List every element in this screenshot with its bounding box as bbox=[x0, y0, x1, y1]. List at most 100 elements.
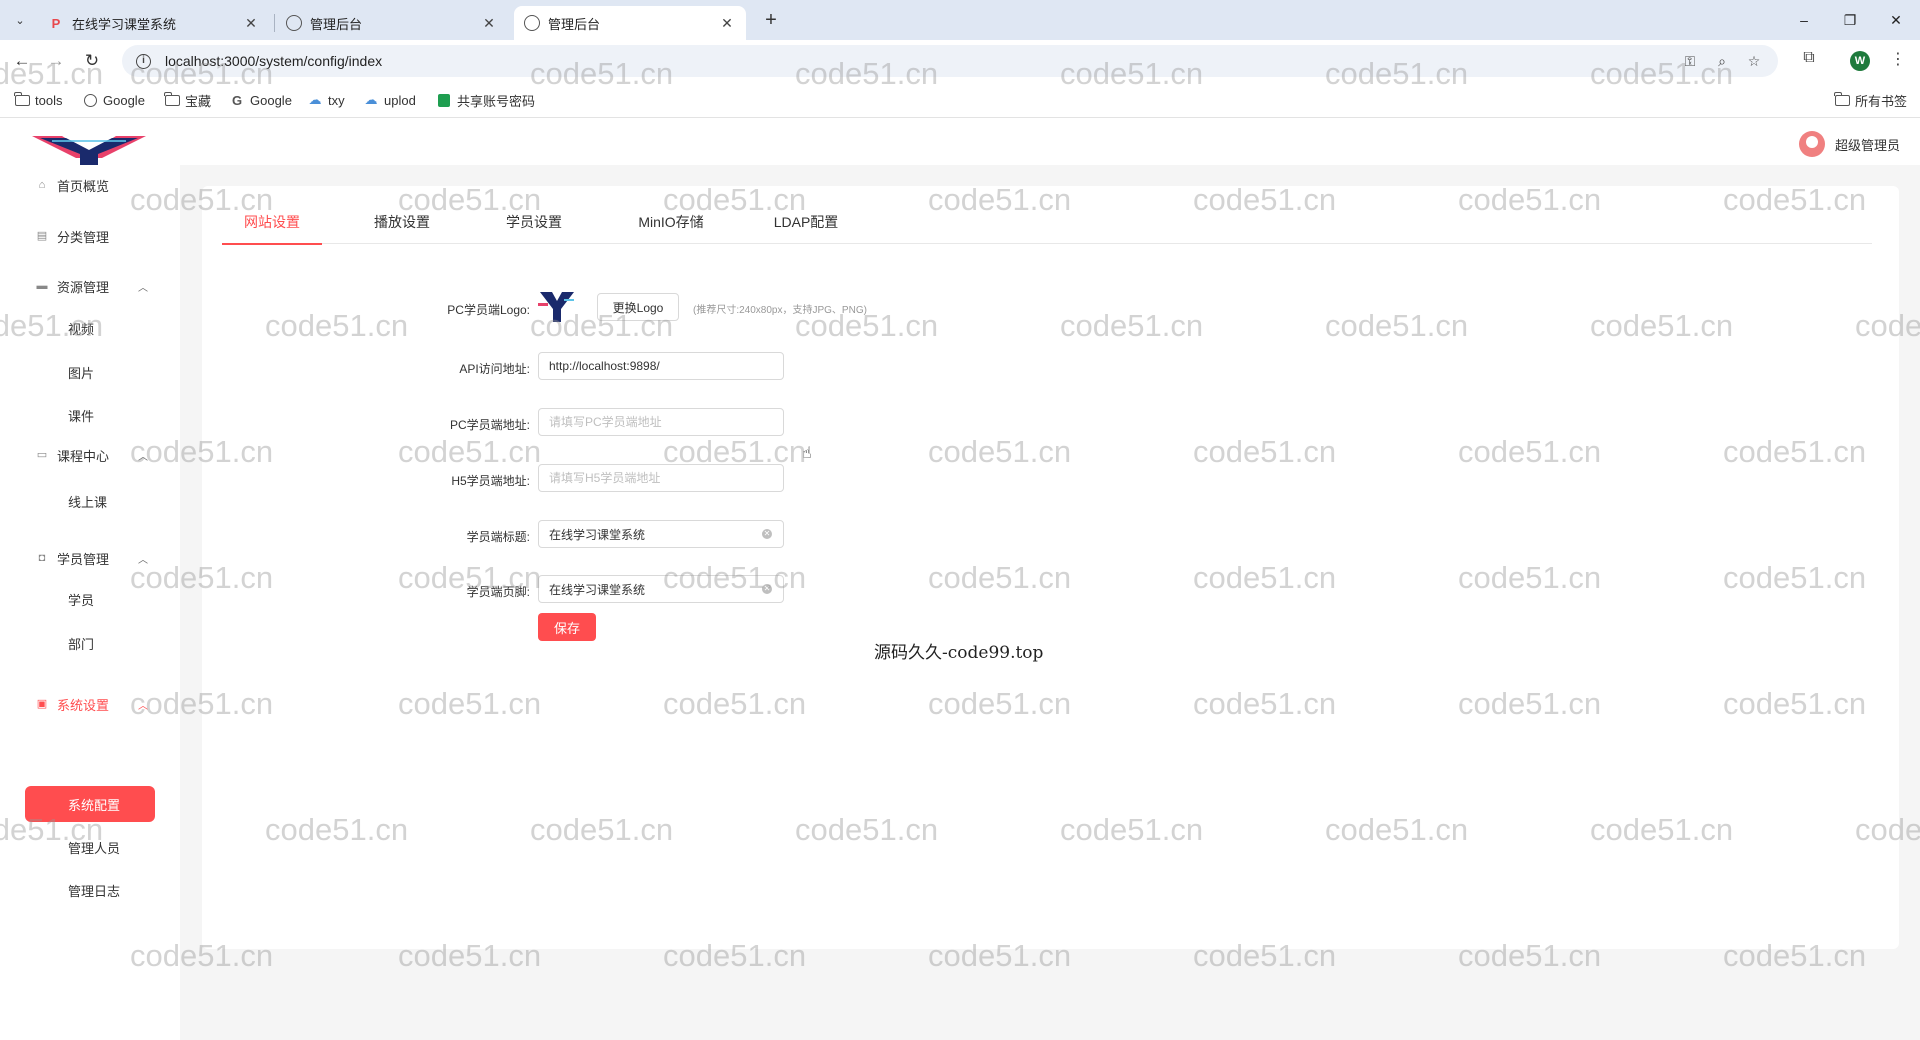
zoom-icon[interactable]: ⌕ bbox=[1712, 51, 1732, 71]
app-root: 超级管理员 ⌂ 首页概览 ▤ 分类管理 ▬ 资源管理 ︿ 视频 图片 课件 ▭ … bbox=[0, 119, 1920, 1040]
play-icon: P bbox=[51, 15, 61, 31]
sidebar-item-courses[interactable]: ▭ 课程中心 ︿ bbox=[0, 435, 180, 475]
forward-arrow-icon[interactable]: → bbox=[44, 49, 68, 73]
sidebar-subitem-video[interactable]: 视频 bbox=[0, 310, 180, 346]
tab-search-chevron-icon[interactable]: ⌄ bbox=[8, 8, 32, 32]
tab-student-settings[interactable]: 学员设置 bbox=[484, 206, 584, 244]
folder-icon bbox=[1834, 91, 1850, 107]
all-bookmarks[interactable]: 所有书签 bbox=[1834, 91, 1907, 109]
bookmark-uplod[interactable]: ☁ uplod bbox=[363, 91, 416, 109]
bookmark-label: uplod bbox=[384, 92, 416, 108]
address-url: localhost:3000/system/config/index bbox=[165, 53, 383, 69]
close-icon[interactable]: ✕ bbox=[718, 15, 736, 32]
browser-tab-title: 在线学习课堂系统 bbox=[72, 16, 177, 32]
sidebar-item-label: 首页概览 bbox=[57, 178, 110, 194]
sidebar-item-students[interactable]: ◘ 学员管理 ︿ bbox=[0, 538, 180, 578]
browser-tab-1[interactable]: P 在线学习课堂系统 ✕ bbox=[38, 6, 270, 40]
bookmark-google[interactable]: Google bbox=[82, 91, 145, 109]
window-close-icon[interactable]: ✕ bbox=[1876, 8, 1916, 32]
course-icon: ▭ bbox=[36, 449, 48, 461]
sidebar-item-home[interactable]: ⌂ 首页概览 bbox=[0, 165, 180, 205]
bookmark-label: txy bbox=[328, 92, 345, 108]
user-menu[interactable]: 超级管理员 bbox=[1798, 131, 1900, 157]
chevron-up-icon: ︿ bbox=[138, 451, 148, 463]
site-info-icon[interactable]: i bbox=[136, 53, 151, 69]
sidebar-subitem-label: 管理人员 bbox=[68, 840, 121, 856]
bookmark-label: Google bbox=[250, 92, 292, 108]
sidebar-item-settings[interactable]: ▣ 系统设置 ︿ bbox=[0, 684, 180, 724]
sidebar-subitem-system-config[interactable]: 系统配置 bbox=[25, 786, 155, 822]
bookmark-google-2[interactable]: G Google bbox=[229, 91, 292, 109]
student-title-input[interactable] bbox=[538, 520, 784, 548]
tab-playback-settings[interactable]: 播放设置 bbox=[352, 206, 452, 244]
folder-icon bbox=[164, 91, 180, 107]
browser-menu-icon[interactable]: ⋮ bbox=[1890, 49, 1906, 71]
tab-minio-storage[interactable]: MinIO存储 bbox=[616, 206, 726, 244]
bookmark-txy[interactable]: ☁ txy bbox=[307, 91, 345, 109]
sidebar-item-category[interactable]: ▤ 分类管理 bbox=[0, 216, 180, 256]
settings-icon: ▣ bbox=[36, 698, 48, 710]
profile-avatar[interactable]: W bbox=[1850, 51, 1870, 71]
browser-tab-2[interactable]: 管理后台 ✕ bbox=[276, 6, 508, 40]
clear-icon[interactable]: ✕ bbox=[762, 584, 772, 594]
folder-icon bbox=[14, 91, 30, 107]
new-tab-plus-icon[interactable]: + bbox=[758, 8, 784, 34]
sidebar-subitem-image[interactable]: 图片 bbox=[0, 354, 180, 390]
key-icon[interactable]: ⚿ bbox=[1680, 51, 1700, 71]
pc-url-label: PC学员端地址: bbox=[449, 418, 530, 432]
hand-cursor-icon: ☝ bbox=[802, 445, 812, 462]
globe-icon bbox=[82, 93, 98, 107]
change-logo-button[interactable]: 更换Logo bbox=[597, 293, 679, 321]
sidebar-subitem-student[interactable]: 学员 bbox=[0, 581, 180, 617]
all-bookmarks-label: 所有书签 bbox=[1855, 93, 1908, 109]
sidebar-subitem-courseware[interactable]: 课件 bbox=[0, 397, 180, 433]
bookmark-tools[interactable]: tools bbox=[14, 91, 62, 109]
user-name: 超级管理员 bbox=[1834, 137, 1900, 153]
sidebar-subitem-label: 系统配置 bbox=[68, 797, 121, 813]
clear-icon[interactable]: ✕ bbox=[762, 529, 772, 539]
close-icon[interactable]: ✕ bbox=[242, 15, 260, 32]
student-footer-input[interactable] bbox=[538, 575, 784, 603]
avatar bbox=[1798, 131, 1825, 157]
address-bar[interactable]: i localhost:3000/system/config/index ⚿ ⌕… bbox=[122, 45, 1778, 77]
api-url-label: API访问地址: bbox=[459, 362, 530, 376]
restore-icon[interactable]: ❐ bbox=[1830, 8, 1870, 32]
sidebar-subitem-admin-logs[interactable]: 管理日志 bbox=[0, 872, 180, 908]
browser-toolbar: ← → ↻ i localhost:3000/system/config/ind… bbox=[0, 40, 1920, 82]
content-panel: 网站设置 播放设置 学员设置 MinIO存储 LDAP配置 PC学员端Logo:… bbox=[202, 186, 1899, 949]
folder-icon: ▬ bbox=[36, 280, 48, 292]
chevron-up-icon: ︿ bbox=[138, 554, 148, 566]
bookmark-shared-accounts[interactable]: 共享账号密码 bbox=[436, 91, 535, 109]
tab-website-settings[interactable]: 网站设置 bbox=[222, 206, 322, 245]
logo-hint: (推荐尺寸:240x80px，支持JPG、PNG) bbox=[693, 305, 867, 316]
sidebar-subitem-admins[interactable]: 管理人员 bbox=[0, 829, 180, 865]
sidebar-item-label: 学员管理 bbox=[57, 551, 110, 567]
api-url-input[interactable] bbox=[538, 352, 784, 380]
config-tabs: 网站设置 播放设置 学员设置 MinIO存储 LDAP配置 bbox=[222, 206, 1872, 245]
sidebar-item-resources[interactable]: ▬ 资源管理 ︿ bbox=[0, 266, 180, 306]
notice-text: 源码久久-code99.top bbox=[874, 643, 1044, 663]
h5-url-input[interactable] bbox=[538, 464, 784, 492]
sidebar-subitem-department[interactable]: 部门 bbox=[0, 625, 180, 661]
sidebar-subitem-online-course[interactable]: 线上课 bbox=[0, 483, 180, 519]
bookmark-label: Google bbox=[103, 92, 145, 108]
browser-tab-3[interactable]: 管理后台 ✕ bbox=[514, 6, 746, 40]
star-icon[interactable]: ☆ bbox=[1744, 51, 1764, 71]
bookmark-label: 共享账号密码 bbox=[457, 93, 536, 109]
extensions-puzzle-icon[interactable]: ⧉ bbox=[1798, 49, 1820, 71]
browser-tabstrip: ⌄ P 在线学习课堂系统 ✕ 管理后台 ✕ 管理后台 ✕ + – ❐ ✕ bbox=[0, 0, 1920, 40]
bookmarks-bar: tools Google 宝藏 G Google ☁ txy ☁ uplod 共… bbox=[0, 82, 1920, 118]
reload-icon[interactable]: ↻ bbox=[80, 49, 104, 73]
bookmark-label: 宝藏 bbox=[185, 93, 212, 109]
back-arrow-icon[interactable]: ← bbox=[10, 49, 34, 73]
tab-ldap-config[interactable]: LDAP配置 bbox=[756, 206, 856, 244]
sidebar: ⌂ 首页概览 ▤ 分类管理 ▬ 资源管理 ︿ 视频 图片 课件 ▭ 课程中心 ︿… bbox=[0, 165, 180, 1040]
bookmark-baozang[interactable]: 宝藏 bbox=[164, 91, 211, 109]
save-button[interactable]: 保存 bbox=[538, 613, 596, 641]
cloud-icon: ☁ bbox=[308, 92, 322, 107]
minimize-icon[interactable]: – bbox=[1784, 8, 1824, 32]
user-icon: ◘ bbox=[38, 552, 46, 564]
close-icon[interactable]: ✕ bbox=[480, 15, 498, 32]
browser-tab-title: 管理后台 bbox=[548, 16, 601, 32]
pc-url-input[interactable] bbox=[538, 408, 784, 436]
